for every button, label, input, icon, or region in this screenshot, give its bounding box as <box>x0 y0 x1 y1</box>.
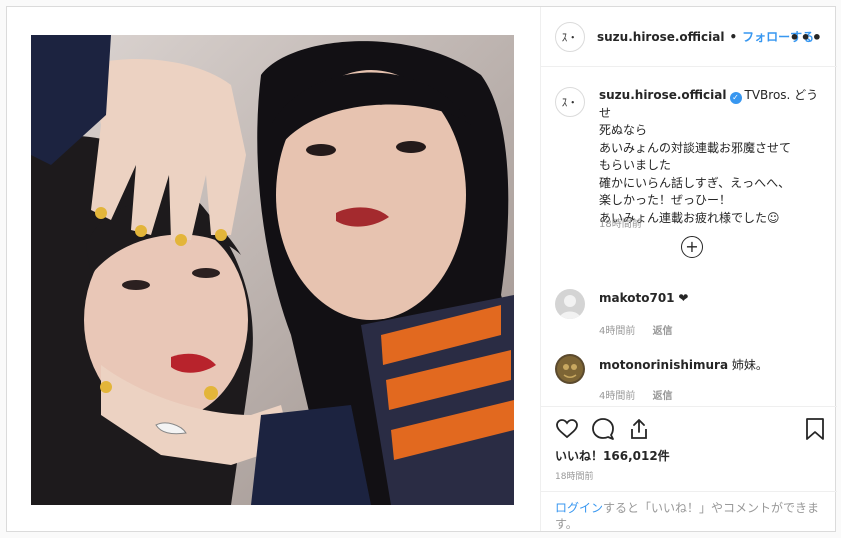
bookmark-icon[interactable] <box>805 417 825 444</box>
more-options-icon[interactable]: ••• <box>789 28 823 47</box>
post-side-panel: ｽ・ suzu.hirose.official • フォローする ••• ｽ・ … <box>540 7 837 531</box>
comment-meta: 4時間前 返信 <box>599 322 673 337</box>
profile-avatar[interactable]: ｽ・ <box>555 21 585 52</box>
comment-username[interactable]: makoto701 <box>599 291 675 305</box>
post-photo[interactable] <box>31 35 514 505</box>
comment-text: motonorinishimura 姉妹。 <box>599 356 768 373</box>
caption-text: suzu.hirose.official ✓ TVBros. どうせ 死ぬなら あい… <box>599 87 825 227</box>
caption-avatar[interactable]: ｽ・ <box>555 87 585 117</box>
comment-icon[interactable] <box>591 417 615 444</box>
plus-circle-icon[interactable]: + <box>681 236 703 258</box>
post-header: ｽ・ suzu.hirose.official • フォローする ••• <box>541 7 837 67</box>
caption-line: 確かにいらん話しすぎ、えっへへ、 <box>599 175 791 190</box>
login-link[interactable]: ログイン <box>555 501 603 515</box>
caption-line: 死ぬなら <box>599 123 648 137</box>
verified-icon: ✓ <box>729 92 742 104</box>
heart-icon[interactable] <box>555 417 579 444</box>
caption-username[interactable]: suzu.hirose.official <box>599 88 727 102</box>
likes-label: いいね！ <box>555 449 604 463</box>
caption-timestamp: 18時間前 <box>599 219 642 230</box>
comment-avatar[interactable] <box>555 354 585 384</box>
like-count[interactable]: いいね！166,012件 <box>555 447 670 464</box>
comment-avatar[interactable] <box>555 289 585 319</box>
header-username[interactable]: suzu.hirose.official <box>597 30 725 44</box>
reply-button[interactable]: 返信 <box>653 391 673 402</box>
caption-line: 楽しかった！ぜっひー！ <box>599 193 732 207</box>
comment-username[interactable]: motonorinishimura <box>599 358 728 372</box>
action-icons <box>555 417 825 443</box>
post-photo-pane <box>7 7 540 531</box>
caption-line: もらいました <box>599 158 672 172</box>
likes-count: 166,012件 <box>603 449 670 463</box>
login-prompt: ログインすると「いいね！」やコメントができます。 <box>541 491 837 532</box>
separator-dot: • <box>729 29 738 44</box>
post-timestamp: 18時間前 <box>555 472 594 482</box>
post-actions: いいね！166,012件 18時間前 ログインすると「いいね！」やコメントができ… <box>541 406 837 531</box>
comment-timestamp: 4時間前 <box>599 391 636 402</box>
comment-text: makoto701 ❤ <box>599 291 688 305</box>
comment-meta: 4時間前 返信 <box>599 387 673 402</box>
comment-timestamp: 4時間前 <box>599 326 636 337</box>
reply-button[interactable]: 返信 <box>653 326 673 337</box>
post-window: ｽ・ suzu.hirose.official • フォローする ••• ｽ・ … <box>6 6 837 532</box>
comment-body: ❤ <box>678 291 689 305</box>
comment-body: 姉妹。 <box>731 358 768 372</box>
caption-line: あいみょんの対談連載お邪魔させて <box>599 140 792 155</box>
share-icon[interactable] <box>627 417 651 444</box>
